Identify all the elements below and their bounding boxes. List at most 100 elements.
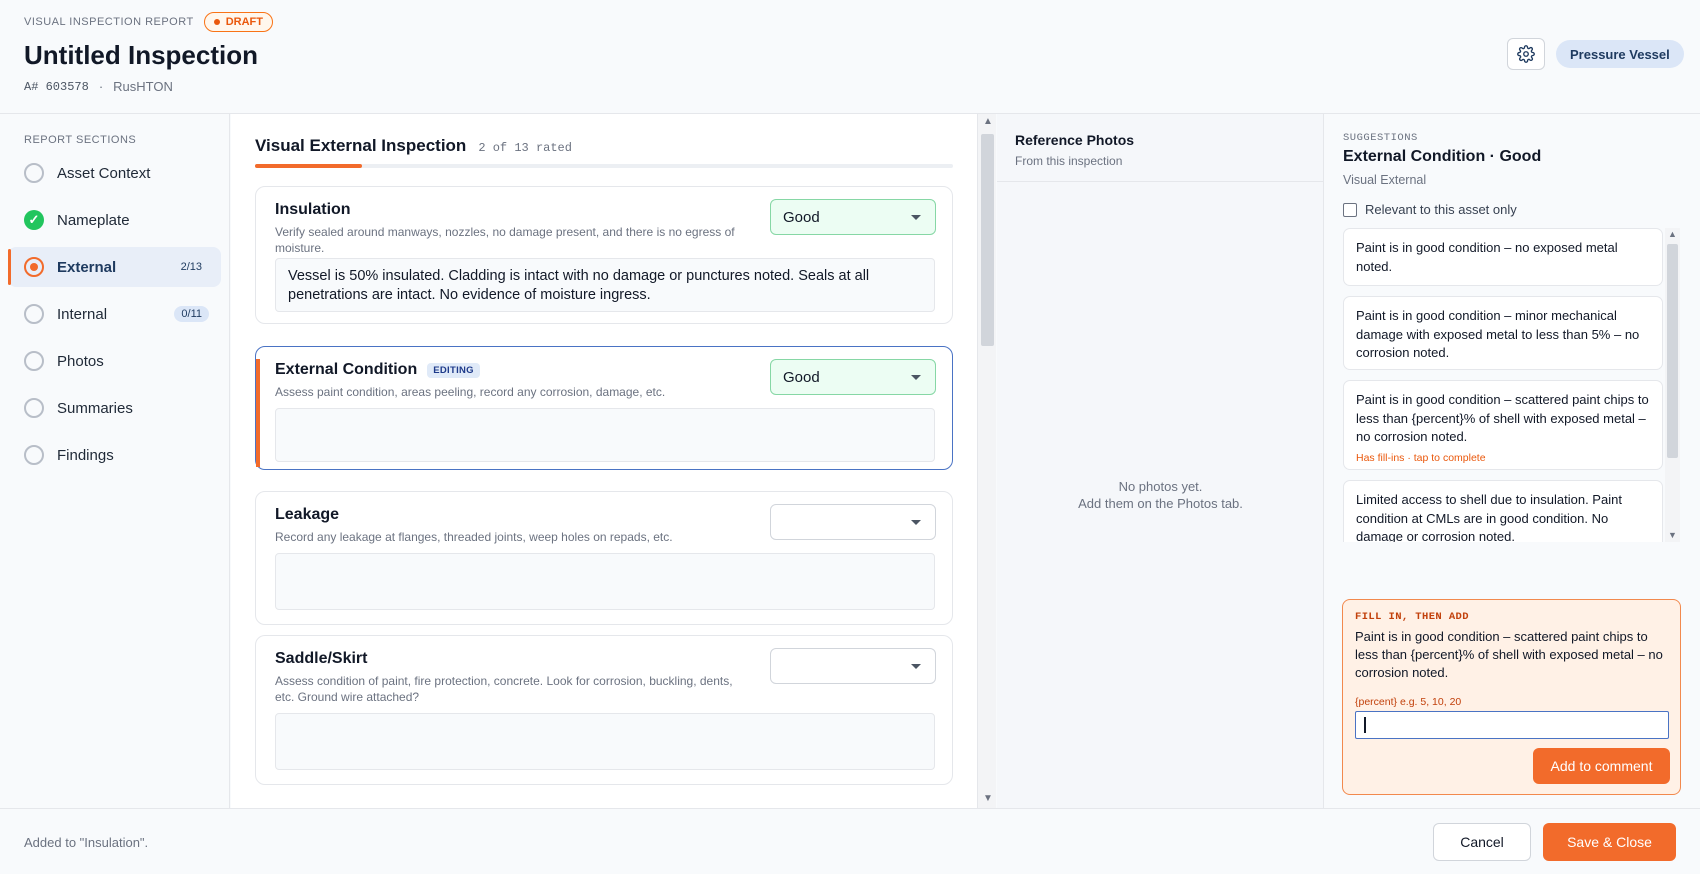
suggestions-subtitle: Visual External (1343, 173, 1427, 187)
fill-in-hint: Has fill-ins · tap to complete (1356, 451, 1486, 464)
sidebar-item-label: Internal (57, 305, 108, 323)
empty-circle-icon (24, 163, 44, 183)
empty-circle-icon (24, 398, 44, 418)
inspection-item-card[interactable]: Saddle/Skirt Assess condition of paint, … (255, 635, 953, 785)
sidebar-heading: REPORT SECTIONS (24, 134, 137, 146)
sidebar-item-external[interactable]: External 2/13 (8, 247, 221, 287)
rating-value: Good (783, 208, 820, 226)
cancel-button[interactable]: Cancel (1433, 823, 1531, 861)
suggestions-kicker: SUGGESTIONS (1343, 132, 1418, 144)
status-badge: DRAFT (203, 12, 273, 32)
relevant-checkbox[interactable] (1343, 202, 1357, 217)
fill-in-panel: FILL IN, THEN ADD Paint is in good condi… (1342, 599, 1681, 795)
suggestions-scrollbar-thumb[interactable] (1667, 244, 1678, 458)
inspection-item-card[interactable]: Insulation Verify sealed around manways,… (255, 186, 953, 324)
header: VISUAL INSPECTION REPORT DRAFT Untitled … (0, 0, 1700, 114)
comment-field[interactable] (275, 408, 935, 462)
check-circle-icon: ✓ (24, 210, 44, 230)
sidebar-item-asset-context[interactable]: Asset Context (8, 153, 221, 193)
scroll-down-icon[interactable]: ▼ (1668, 530, 1677, 540)
form-scrollbar-thumb[interactable] (981, 134, 994, 346)
sidebar-item-label: Asset Context (57, 164, 151, 182)
sidebar-item-label: Summaries (57, 399, 133, 417)
item-name: Saddle/Skirt (275, 650, 368, 667)
suggestion-text: Limited access to shell due to insulatio… (1356, 492, 1622, 542)
suggestions-title: External Condition · Good (1343, 148, 1542, 165)
rating-select[interactable]: Good (770, 199, 936, 235)
page-title[interactable]: Untitled Inspection (24, 40, 258, 71)
inspection-form: Visual External Inspection 2 of 13 rated… (231, 114, 977, 808)
asset-location: RusHTON (113, 79, 173, 94)
item-description: Assess condition of paint, fire protecti… (275, 674, 733, 704)
fill-in-text: Paint is in good condition – scattered p… (1355, 629, 1663, 680)
comment-field[interactable]: Vessel is 50% insulated. Cladding is int… (275, 258, 935, 312)
photos-title: Reference Photos (1015, 132, 1135, 148)
sidebar-item-internal[interactable]: Internal 0/11 (8, 294, 221, 334)
editing-badge: EDITING (427, 362, 480, 378)
empty-circle-icon (24, 445, 44, 465)
suggestions-panel: SUGGESTIONS External Condition · Good Vi… (1325, 114, 1700, 808)
settings-button[interactable] (1507, 38, 1545, 70)
relevant-label: Relevant to this asset only (1365, 202, 1517, 217)
scroll-down-icon[interactable]: ▼ (983, 793, 993, 804)
add-to-comment-button[interactable]: Add to comment (1533, 748, 1670, 784)
suggestion-item[interactable]: Paint is in good condition – no exposed … (1343, 228, 1663, 286)
asset-type-pill[interactable]: Pressure Vessel (1556, 40, 1684, 68)
suggestion-text: Paint is in good condition – minor mecha… (1356, 308, 1640, 360)
sidebar-item-label: Nameplate (57, 211, 130, 229)
gear-icon (1517, 45, 1535, 63)
rating-value: Good (783, 368, 820, 386)
inspection-item-card-editing[interactable]: External Condition EDITING Assess paint … (255, 346, 953, 470)
sidebar-item-count: 0/11 (174, 306, 209, 322)
sidebar-item-label: Photos (57, 352, 104, 370)
scroll-up-icon[interactable]: ▲ (983, 116, 993, 127)
suggestions-scrollbar[interactable]: ▲ ▼ (1665, 228, 1680, 542)
sidebar: REPORT SECTIONS Asset Context ✓ Nameplat… (0, 114, 230, 808)
inspection-item-card[interactable]: Leakage Record any leakage at flanges, t… (255, 491, 953, 625)
fill-in-field-label: {percent} e.g. 5, 10, 20 (1355, 696, 1462, 708)
rating-select[interactable] (770, 504, 936, 540)
suggestion-item[interactable]: Paint is in good condition – scattered p… (1343, 380, 1663, 470)
sidebar-item-label: Findings (57, 446, 114, 464)
suggestion-item[interactable]: Limited access to shell due to insulatio… (1343, 480, 1663, 542)
form-scrollbar[interactable]: ▲ ▼ (977, 114, 996, 808)
item-name: Leakage (275, 506, 340, 523)
empty-circle-icon (24, 351, 44, 371)
sidebar-item-photos[interactable]: Photos (8, 341, 221, 381)
comment-field[interactable] (275, 553, 935, 610)
empty-circle-icon (24, 304, 44, 324)
sidebar-item-count: 2/13 (180, 261, 202, 273)
rating-select[interactable]: Good (770, 359, 936, 395)
relevant-filter[interactable]: Relevant to this asset only (1343, 202, 1517, 217)
chevron-down-icon (911, 520, 921, 525)
item-name: Insulation (275, 201, 351, 218)
chevron-down-icon (911, 375, 921, 380)
empty-line: Add them on the Photos tab. (1078, 496, 1243, 511)
item-name: External Condition (275, 361, 418, 378)
meta-separator: · (98, 79, 104, 94)
draft-dot-icon (213, 19, 220, 25)
save-close-button[interactable]: Save & Close (1543, 823, 1676, 861)
scroll-up-icon[interactable]: ▲ (1668, 229, 1677, 239)
sidebar-item-nameplate[interactable]: ✓ Nameplate (8, 200, 221, 240)
section-progress-fill (255, 164, 363, 168)
reference-photos-panel: Reference Photos From this inspection No… (997, 114, 1324, 808)
photos-empty-state: No photos yet. Add them on the Photos ta… (997, 478, 1324, 512)
chevron-down-icon (911, 215, 921, 220)
chevron-down-icon (911, 664, 921, 669)
suggestion-text: Paint is in good condition – no exposed … (1356, 240, 1618, 274)
status-badge-label: DRAFT (225, 16, 263, 28)
report-kicker: VISUAL INSPECTION REPORT (24, 16, 194, 28)
comment-field[interactable] (275, 713, 935, 770)
rated-count: 2 of 13 rated (478, 141, 572, 155)
suggestion-text: Paint is in good condition – scattered p… (1356, 392, 1649, 444)
sidebar-item-findings[interactable]: Findings (8, 435, 221, 475)
sidebar-item-summaries[interactable]: Summaries (8, 388, 221, 428)
section-title: Visual External Inspection (255, 136, 467, 155)
item-description: Record any leakage at flanges, threaded … (275, 530, 673, 544)
percent-input[interactable] (1355, 711, 1669, 739)
current-circle-icon (24, 257, 44, 277)
suggestion-item[interactable]: Paint is in good condition – minor mecha… (1343, 296, 1663, 370)
item-description: Verify sealed around manways, nozzles, n… (275, 225, 735, 255)
rating-select[interactable] (770, 648, 936, 684)
